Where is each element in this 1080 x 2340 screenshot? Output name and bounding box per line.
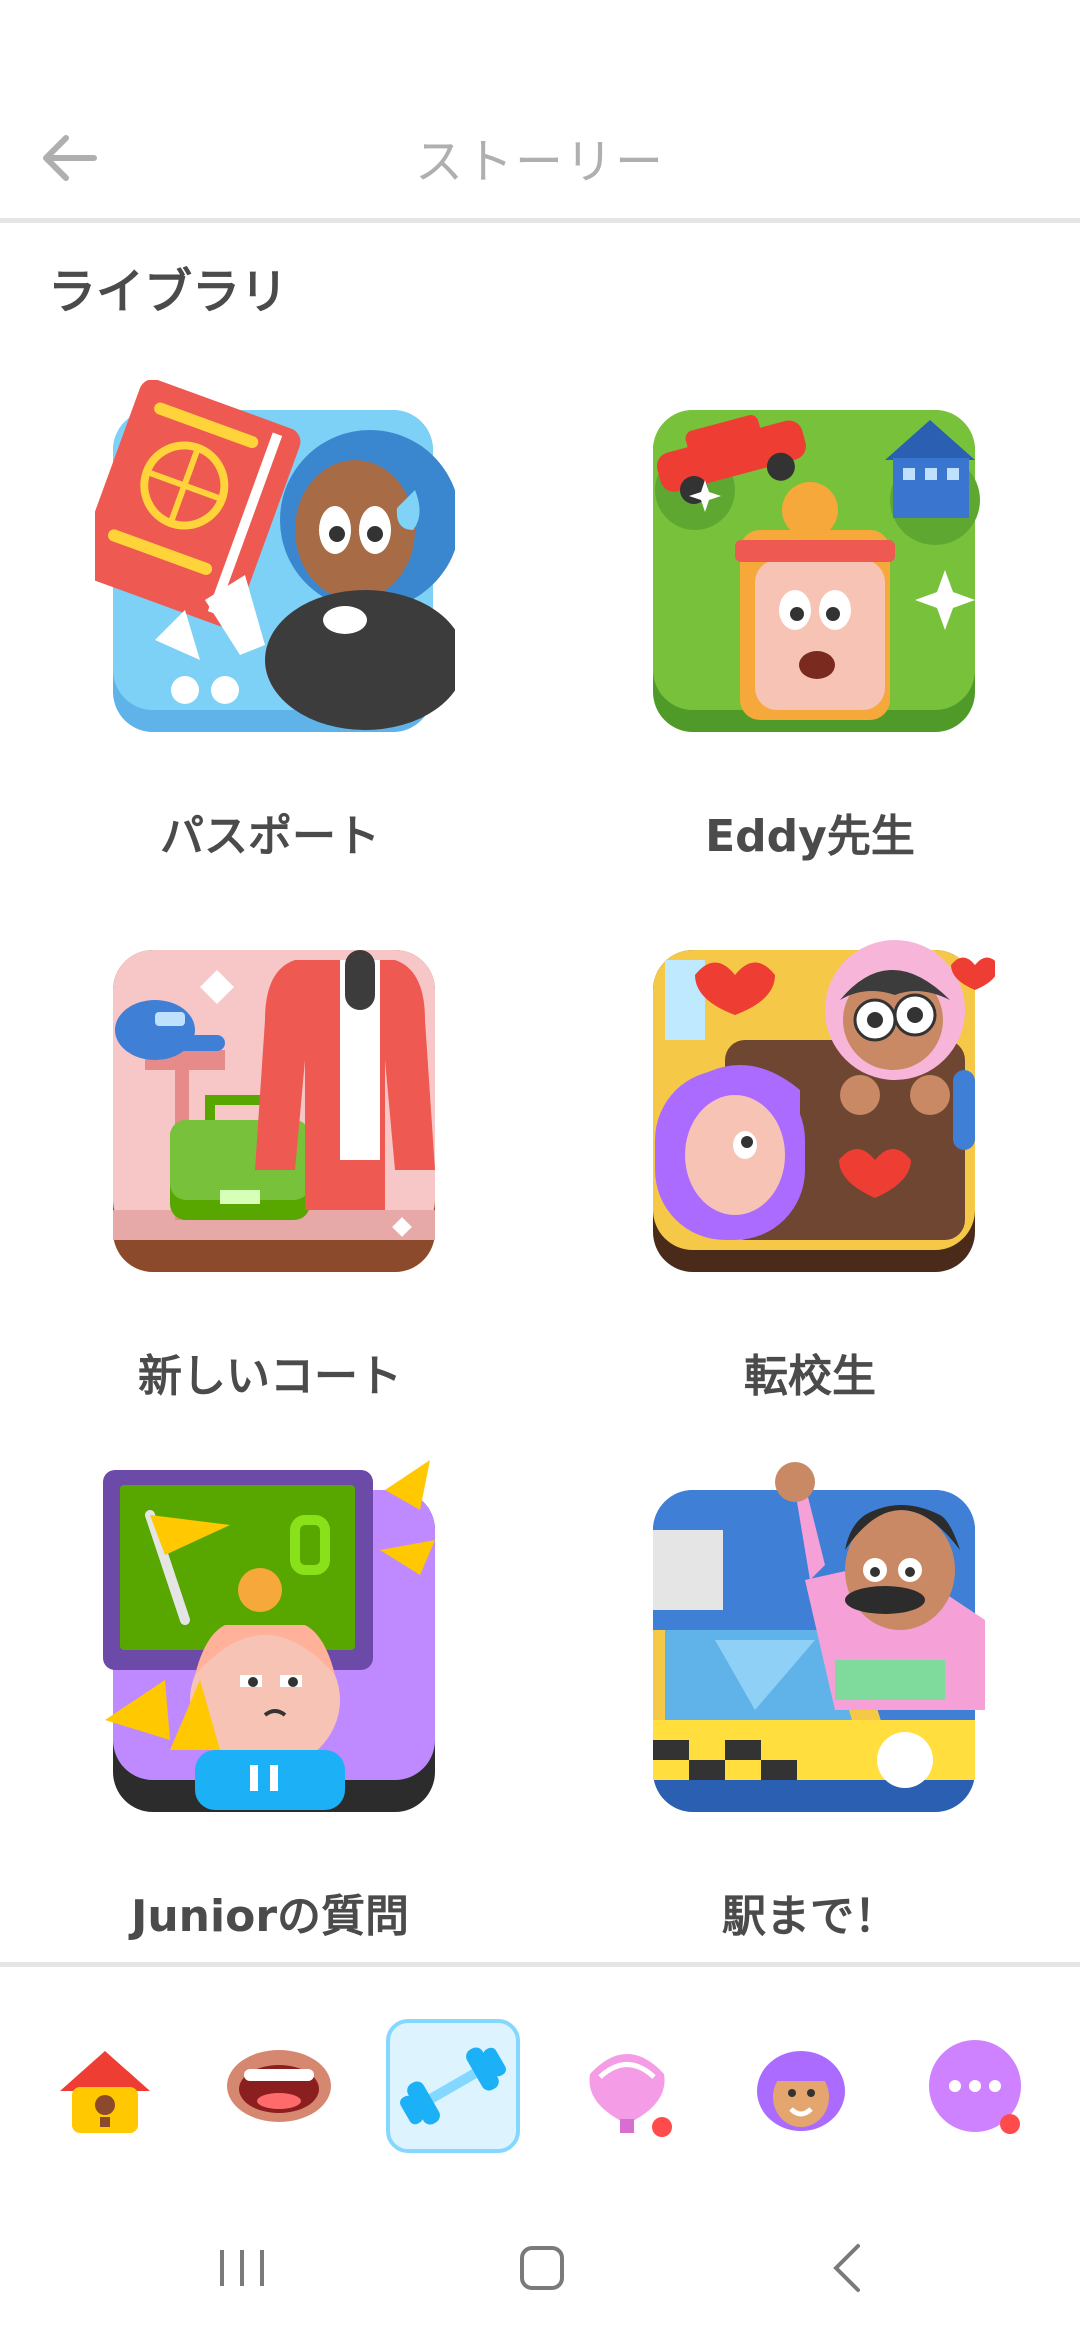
mouth-icon [227, 2050, 331, 2122]
to-the-station-story-art [653, 1462, 985, 1812]
transfer-student-story-art [653, 940, 995, 1272]
tab-speaking[interactable] [212, 2019, 346, 2153]
junior-question-story-art [103, 1460, 435, 1812]
shell-icon [589, 2054, 672, 2137]
story-card-to-the-station[interactable]: 駅まで！ [540, 1440, 1080, 1970]
system-nav-bar [0, 2178, 1080, 2340]
more-icon [929, 2040, 1021, 2134]
story-title: Eddy先生 [705, 811, 915, 862]
story-grid: パスポート Eddy先生 新しいコート 転校生 Juniorの質問 駅まで！ [0, 360, 1080, 1970]
home-square-icon [520, 2246, 564, 2290]
library-section-title: ライブラリ [48, 264, 289, 320]
page-title: ストーリー [414, 134, 665, 190]
passport-story-art [95, 380, 455, 732]
story-title: Juniorの質問 [130, 1891, 410, 1942]
story-title: パスポート [160, 811, 380, 862]
recents-icon [220, 2250, 264, 2286]
teacher-eddy-story-art [653, 410, 980, 732]
character-icon [757, 2051, 845, 2131]
new-coat-story-art [113, 950, 435, 1272]
app-header: ストーリー [0, 0, 1080, 223]
story-card-eddy[interactable]: Eddy先生 [540, 360, 1080, 900]
home-nav-button[interactable] [502, 2228, 582, 2308]
tab-practice[interactable] [386, 2019, 520, 2153]
story-title: 新しいコート [138, 1351, 402, 1402]
tab-more[interactable] [908, 2019, 1042, 2153]
story-card-transfer-student[interactable]: 転校生 [540, 900, 1080, 1440]
story-card-new-coat[interactable]: 新しいコート [0, 900, 540, 1440]
bottom-tab-bar [0, 1967, 1080, 2177]
story-title: 駅まで！ [722, 1891, 898, 1942]
chevron-left-icon [833, 2244, 860, 2292]
recent-apps-button[interactable] [202, 2228, 282, 2308]
header-divider [0, 218, 1080, 223]
back-nav-button[interactable] [808, 2228, 888, 2308]
story-title: 転校生 [744, 1351, 876, 1402]
home-icon [60, 2051, 150, 2133]
tab-profile[interactable] [734, 2019, 868, 2153]
tab-home[interactable] [38, 2019, 172, 2153]
story-card-passport[interactable]: パスポート [0, 360, 540, 900]
dumbbell-icon [400, 2047, 506, 2125]
story-card-junior-question[interactable]: Juniorの質問 [0, 1440, 540, 1970]
tab-shop[interactable] [560, 2019, 694, 2153]
